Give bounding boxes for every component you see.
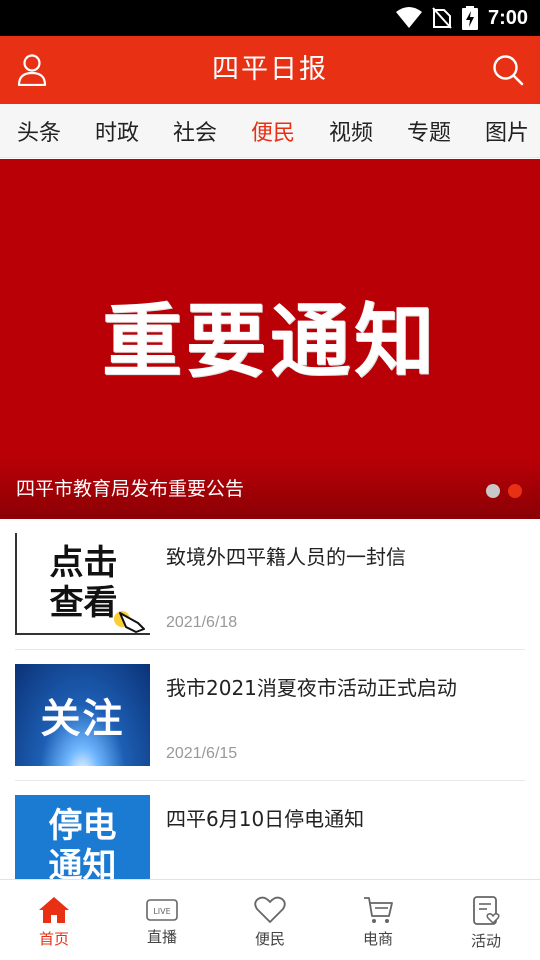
thumbnail-text: 关注 [40, 696, 125, 742]
news-date: 2021/6/18 [166, 614, 238, 631]
tab-pictures[interactable]: 图片 [468, 115, 540, 147]
nav-label: 电商 [362, 930, 393, 948]
cart-icon [364, 897, 393, 923]
news-list: 点击 查看 致境外四平籍人员的一封信 2021/6/18 关注 我市2021消夏… [0, 519, 540, 879]
svg-text:LIVE: LIVE [153, 907, 170, 916]
category-tabs: 头条 时政 社会 便民 视频 专题 图片 [0, 104, 540, 158]
news-thumbnail: 停电 通知 [15, 795, 150, 879]
nav-activity[interactable]: 活动 [432, 880, 540, 960]
carousel-indicator [486, 484, 522, 498]
nav-home[interactable]: 首页 [0, 880, 108, 960]
wifi-icon [395, 7, 422, 28]
activity-icon [473, 896, 500, 925]
no-sim-icon [432, 7, 452, 29]
home-icon [39, 897, 69, 923]
thumbnail-text: 通知 [48, 846, 117, 879]
thumbnail-text: 停电 [48, 806, 117, 846]
news-title: 致境外四平籍人员的一封信 [166, 545, 406, 569]
thumbnail-text: 查看 [49, 583, 118, 623]
nav-convenience[interactable]: 便民 [216, 880, 324, 960]
list-item[interactable]: 点击 查看 致境外四平籍人员的一封信 2021/6/18 [15, 519, 525, 650]
news-thumbnail: 关注 [15, 664, 150, 766]
tab-video[interactable]: 视频 [312, 115, 390, 147]
heart-icon [254, 896, 286, 923]
banner-image-text: 重要通知 [102, 295, 438, 388]
news-thumbnail: 点击 查看 [15, 533, 150, 635]
nav-label: 便民 [254, 930, 285, 948]
carousel-dot-active[interactable] [508, 484, 522, 498]
thumbnail-text: 点击 [49, 543, 118, 583]
nav-label: 直播 [146, 928, 177, 946]
nav-label: 活动 [470, 932, 501, 950]
list-item[interactable]: 关注 我市2021消夏夜市活动正式启动 2021/6/15 [15, 650, 525, 781]
news-title: 四平6月10日停电通知 [166, 807, 365, 831]
status-time: 7:00 [487, 6, 528, 29]
status-bar: 7:00 [0, 0, 540, 36]
search-icon [493, 55, 524, 86]
app-bar: 四平日报 [0, 36, 540, 104]
tab-politics[interactable]: 时政 [78, 115, 156, 147]
tab-convenience[interactable]: 便民 [234, 115, 312, 147]
live-icon: LIVE [146, 899, 178, 921]
tab-headlines[interactable]: 头条 [0, 115, 78, 147]
bottom-navigation: 首页 LIVE 直播 便民 电商 活动 [0, 879, 540, 960]
list-item[interactable]: 停电 通知 四平6月10日停电通知 [15, 781, 525, 879]
battery-charging-icon [461, 6, 478, 30]
news-date: 2021/6/15 [166, 745, 238, 762]
carousel-dot[interactable] [486, 484, 500, 498]
banner-carousel[interactable]: 重要通知 四平市教育局发布重要公告 [0, 159, 540, 519]
banner-caption: 四平市教育局发布重要公告 [16, 478, 245, 500]
news-title: 我市2021消夏夜市活动正式启动 [166, 676, 457, 700]
pointer-hand-icon [114, 611, 145, 633]
tab-topics[interactable]: 专题 [390, 115, 468, 147]
tab-society[interactable]: 社会 [156, 115, 234, 147]
nav-live[interactable]: LIVE 直播 [108, 880, 216, 960]
search-button[interactable] [486, 48, 530, 92]
page-title: 四平日报 [212, 54, 328, 85]
nav-label: 首页 [38, 930, 69, 948]
nav-shop[interactable]: 电商 [324, 880, 432, 960]
